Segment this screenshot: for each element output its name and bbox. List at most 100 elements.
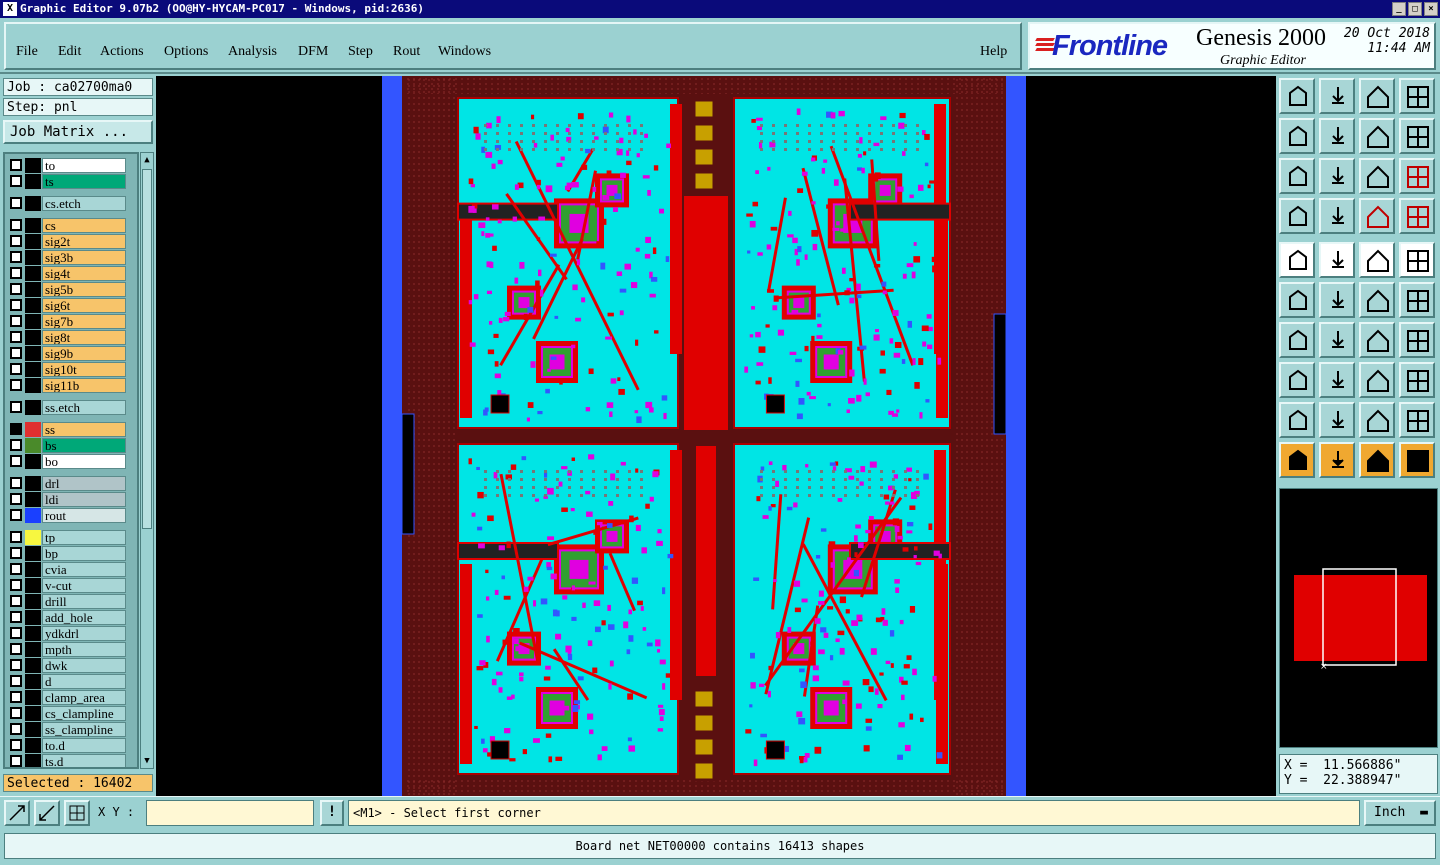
arc-tool-button[interactable] [1359, 322, 1395, 358]
overview-map[interactable]: × [1279, 488, 1438, 748]
pan-right-button[interactable] [1319, 118, 1355, 154]
arch-line-button[interactable] [1399, 402, 1435, 438]
layer-checkbox[interactable] [10, 439, 22, 451]
layer-checkbox[interactable] [10, 363, 22, 375]
layer-row-cs-etch[interactable]: cs.etch [7, 196, 137, 211]
pcb-panel-view[interactable] [156, 76, 1276, 796]
layer-row-to[interactable]: to [7, 158, 137, 173]
layer-row-drl[interactable]: drl [7, 476, 137, 491]
layer-name[interactable]: to.d [42, 738, 126, 753]
layer-color-swatch[interactable] [25, 508, 41, 523]
xy-input[interactable] [146, 800, 314, 826]
layer-color-swatch[interactable] [25, 400, 41, 415]
layer-checkbox[interactable] [10, 739, 22, 751]
layer-color-swatch[interactable] [25, 674, 41, 689]
layer-color-swatch[interactable] [25, 218, 41, 233]
layer-color-swatch[interactable] [25, 690, 41, 705]
layer-color-swatch[interactable] [25, 314, 41, 329]
layer-color-swatch[interactable] [25, 346, 41, 361]
layer-checkbox[interactable] [10, 595, 22, 607]
snap-tool-button[interactable] [1279, 198, 1315, 234]
layer-checkbox[interactable] [10, 579, 22, 591]
layer-row-rout[interactable]: rout [7, 508, 137, 523]
layer-row-bo[interactable]: bo [7, 454, 137, 469]
layer-name[interactable]: cs [42, 218, 126, 233]
layer-checkbox[interactable] [10, 159, 22, 171]
menu-options[interactable]: Options [164, 44, 208, 60]
layer-checkbox[interactable] [10, 659, 22, 671]
pad-edit-button[interactable] [1279, 362, 1315, 398]
layer-name[interactable]: clamp_area [42, 690, 126, 705]
triangle-outline-button[interactable] [1279, 402, 1315, 438]
mirror-button[interactable] [1359, 118, 1395, 154]
layer-checkbox[interactable] [10, 563, 22, 575]
layer-name[interactable]: drill [42, 594, 126, 609]
layer-row-ss-etch[interactable]: ss.etch [7, 400, 137, 415]
line-tool-button[interactable] [1319, 198, 1355, 234]
layer-row-bp[interactable]: bp [7, 546, 137, 561]
layer-checkbox[interactable] [10, 627, 22, 639]
layer-checkbox[interactable] [10, 509, 22, 521]
layer-color-swatch[interactable] [25, 706, 41, 721]
layer-name[interactable]: bp [42, 546, 126, 561]
layer-color-swatch[interactable] [25, 158, 41, 173]
layer-color-swatch[interactable] [25, 298, 41, 313]
zoom-fit-button[interactable] [1319, 158, 1355, 194]
menu-analysis[interactable]: Analysis [228, 44, 277, 60]
menu-windows[interactable]: Windows [438, 44, 491, 60]
layer-color-swatch[interactable] [25, 738, 41, 753]
pan-left-button[interactable] [1279, 118, 1315, 154]
layer-row-ldi[interactable]: ldi [7, 492, 137, 507]
layer-row-sig8t[interactable]: sig8t [7, 330, 137, 345]
layer-checkbox[interactable] [10, 531, 22, 543]
layer-checkbox[interactable] [10, 283, 22, 295]
layer-checkbox[interactable] [10, 691, 22, 703]
menu-step[interactable]: Step [348, 44, 373, 60]
angle-tool-button[interactable] [1279, 322, 1315, 358]
layer-name[interactable]: bo [42, 454, 126, 469]
layer-name[interactable]: ydkdrl [42, 626, 126, 641]
fit-screen-button[interactable] [1279, 158, 1315, 194]
units-dropdown[interactable]: Inch ▬ [1364, 800, 1436, 826]
layer-name[interactable]: cs_clampline [42, 706, 126, 721]
layer-checkbox[interactable] [10, 477, 22, 489]
menu-edit[interactable]: Edit [58, 44, 81, 60]
cluster-button[interactable] [1399, 362, 1435, 398]
layer-row-sig4t[interactable]: sig4t [7, 266, 137, 281]
scroll-thumb[interactable] [142, 169, 152, 529]
layer-row-cs-clampline[interactable]: cs_clampline [7, 706, 137, 721]
layer-name[interactable]: v-cut [42, 578, 126, 593]
layer-checkbox[interactable] [10, 331, 22, 343]
execute-button[interactable]: ! [320, 800, 344, 826]
layer-color-swatch[interactable] [25, 594, 41, 609]
job-matrix-button[interactable]: Job Matrix ... [3, 120, 153, 144]
layer-name[interactable]: sig11b [42, 378, 126, 393]
scale-1-2-button[interactable] [1359, 158, 1395, 194]
layer-name[interactable]: sig4t [42, 266, 126, 281]
layer-color-swatch[interactable] [25, 658, 41, 673]
layer-row-v-cut[interactable]: v-cut [7, 578, 137, 593]
center-button[interactable] [1359, 362, 1395, 398]
layer-row-tp[interactable]: tp [7, 530, 137, 545]
ruler-button[interactable] [1359, 242, 1395, 278]
layer-name[interactable]: sig5b [42, 282, 126, 297]
connect-node-button[interactable] [1279, 282, 1315, 318]
grid-snap-button[interactable] [64, 800, 90, 826]
layer-row-ss-clampline[interactable]: ss_clampline [7, 722, 137, 737]
layer-color-swatch[interactable] [25, 562, 41, 577]
layer-row-mpth[interactable]: mpth [7, 642, 137, 657]
menu-rout[interactable]: Rout [393, 44, 420, 60]
layer-row-add-hole[interactable]: add_hole [7, 610, 137, 625]
minimize-button[interactable]: _ [1392, 2, 1406, 16]
layer-name[interactable]: mpth [42, 642, 126, 657]
rotate-button[interactable] [1399, 118, 1435, 154]
layer-row-sig7b[interactable]: sig7b [7, 314, 137, 329]
segment-button[interactable] [1319, 362, 1355, 398]
arch-button[interactable] [1359, 402, 1395, 438]
layer-checkbox[interactable] [10, 175, 22, 187]
layer-row-ydkdrl[interactable]: ydkdrl [7, 626, 137, 641]
layer-name[interactable]: d [42, 674, 126, 689]
layer-checkbox[interactable] [10, 423, 22, 435]
layer-checkbox[interactable] [10, 267, 22, 279]
pointer-box-button[interactable] [1319, 442, 1355, 478]
